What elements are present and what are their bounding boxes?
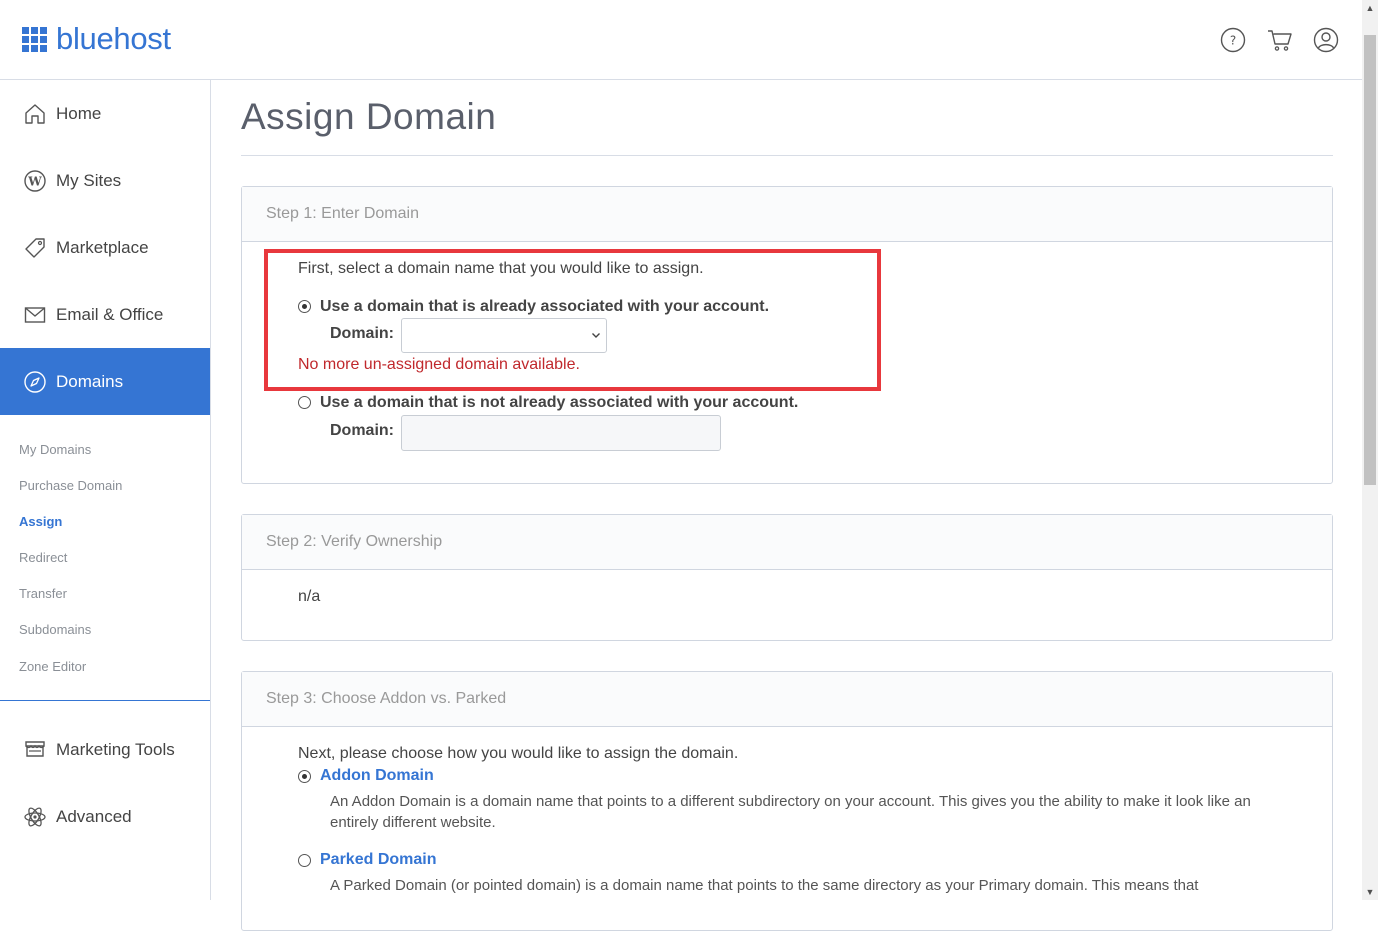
sidebar-item-marketing-tools[interactable]: Marketing Tools — [0, 716, 210, 783]
domain-text-input[interactable] — [401, 415, 721, 451]
wordpress-icon: W — [23, 169, 47, 193]
parked-domain-link[interactable]: Parked Domain — [320, 851, 436, 869]
new-domain-radio[interactable] — [298, 396, 311, 409]
new-domain-option-label[interactable]: Use a domain that is not already associa… — [320, 394, 798, 412]
parked-domain-radio[interactable] — [298, 854, 311, 867]
addon-domain-description: An Addon Domain is a domain name that po… — [330, 793, 1251, 831]
step1-heading: Step 1: Enter Domain — [242, 187, 1332, 242]
sidebar-item-label: My Sites — [56, 170, 122, 190]
account-icon[interactable] — [1313, 27, 1339, 53]
cart-icon[interactable] — [1267, 27, 1293, 53]
no-domain-error: No more un-assigned domain available. — [298, 356, 580, 373]
sidebar-item-label: Email & Office — [56, 304, 164, 324]
svg-text:?: ? — [1230, 34, 1236, 48]
sidebar-item-label: Home — [56, 103, 102, 123]
step3-intro: Next, please choose how you would like t… — [298, 745, 739, 762]
step2-panel: Step 2: Verify Ownership — [241, 514, 1333, 641]
help-icon[interactable]: ? — [1220, 27, 1246, 53]
sidebar-subitem-zone-editor[interactable]: Zone Editor — [19, 659, 86, 674]
top-header: bluehost ? — [0, 0, 1362, 80]
domain-select[interactable] — [401, 318, 607, 353]
sidebar-subitem-assign[interactable]: Assign — [19, 514, 62, 529]
sidebar-item-label: Marketing Tools — [56, 739, 175, 759]
sidebar-item-label: Advanced — [56, 806, 132, 826]
home-icon — [23, 102, 47, 126]
sidebar-divider — [0, 700, 210, 701]
page-title: Assign Domain — [241, 96, 497, 137]
sidebar-subitem-redirect[interactable]: Redirect — [19, 550, 67, 565]
addon-domain-link[interactable]: Addon Domain — [320, 767, 434, 785]
title-divider — [241, 155, 1333, 156]
sidebar: Home W My Sites Marketplace Email & Offi… — [0, 80, 211, 900]
svg-text:W: W — [27, 174, 42, 188]
scroll-thumb[interactable] — [1364, 35, 1376, 485]
sidebar-subitem-purchase-domain[interactable]: Purchase Domain — [19, 478, 122, 493]
sidebar-item-home[interactable]: Home — [0, 80, 210, 147]
sidebar-item-marketplace[interactable]: Marketplace — [0, 214, 210, 281]
domain-input-label: Domain: — [330, 422, 394, 439]
logo-grid-icon — [22, 26, 47, 52]
sidebar-subitem-my-domains[interactable]: My Domains — [19, 442, 91, 457]
addon-domain-radio[interactable] — [298, 770, 311, 783]
sidebar-item-label: Domains — [56, 371, 124, 391]
sidebar-subitem-subdomains[interactable]: Subdomains — [19, 622, 91, 637]
logo-text: bluehost — [56, 21, 171, 56]
sidebar-item-my-sites[interactable]: W My Sites — [0, 147, 210, 214]
step3-heading: Step 3: Choose Addon vs. Parked — [242, 672, 1332, 727]
compass-icon — [23, 370, 47, 394]
domain-select-label: Domain: — [330, 325, 394, 342]
scroll-up-arrow-icon[interactable]: ▲ — [1362, 0, 1378, 16]
step2-body: n/a — [298, 588, 321, 605]
sidebar-subitem-transfer[interactable]: Transfer — [19, 586, 67, 601]
sidebar-item-domains[interactable]: Domains — [0, 348, 210, 415]
tag-icon — [23, 236, 47, 260]
sidebar-item-email-office[interactable]: Email & Office — [0, 281, 210, 348]
atom-icon — [23, 805, 47, 829]
sidebar-item-advanced[interactable]: Advanced — [0, 783, 210, 850]
chevron-down-icon — [590, 328, 602, 346]
scroll-down-arrow-icon[interactable]: ▼ — [1362, 884, 1378, 900]
parked-domain-description: A Parked Domain (or pointed domain) is a… — [330, 877, 1199, 894]
existing-domain-option-label[interactable]: Use a domain that is already associated … — [320, 298, 769, 316]
step1-intro: First, select a domain name that you wou… — [298, 260, 704, 277]
envelope-icon — [23, 303, 47, 327]
sidebar-item-label: Marketplace — [56, 237, 149, 257]
existing-domain-radio[interactable] — [298, 300, 311, 313]
storefront-icon — [23, 738, 47, 762]
bluehost-logo[interactable]: bluehost — [22, 21, 171, 56]
vertical-scrollbar[interactable]: ▲ ▼ — [1362, 0, 1378, 900]
step2-heading: Step 2: Verify Ownership — [242, 515, 1332, 570]
